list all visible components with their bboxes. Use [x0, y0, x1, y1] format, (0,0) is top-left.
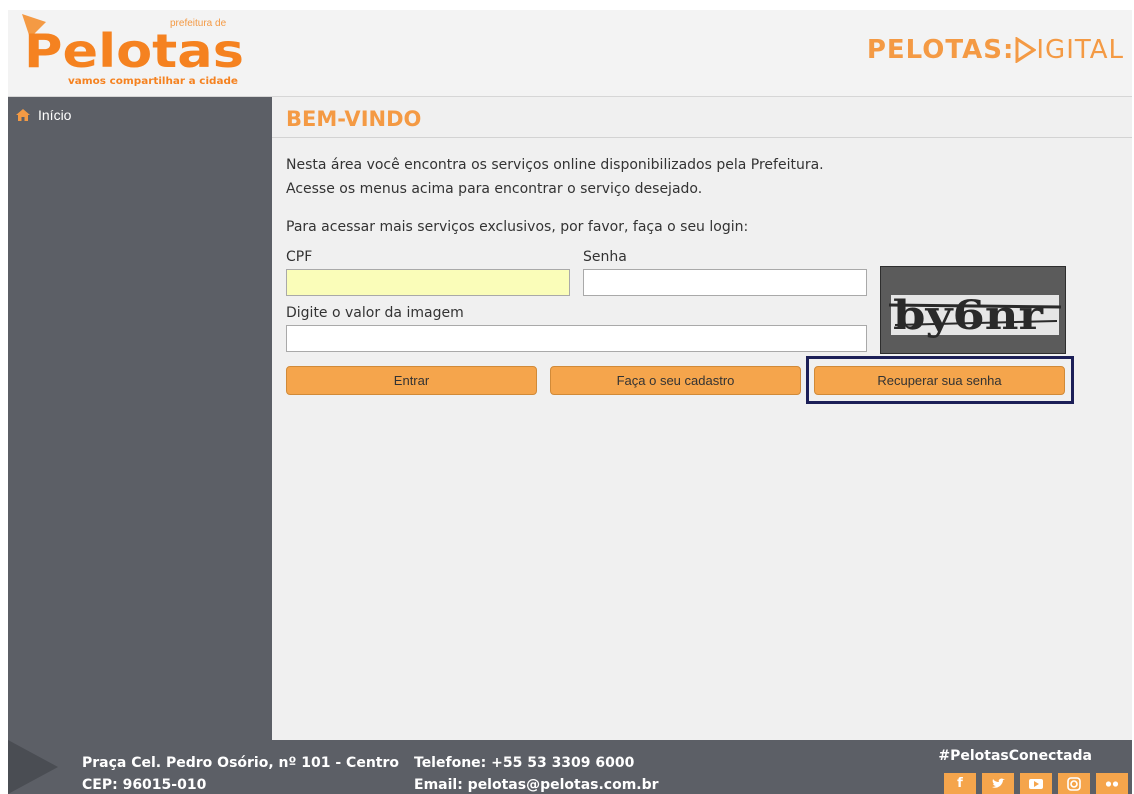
- captcha-image: by6nr: [880, 266, 1066, 354]
- footer: Praça Cel. Pedro Osório, nº 101 - Centro…: [8, 740, 1132, 794]
- pelotas-digital-suffix: IGITAL: [1036, 35, 1124, 65]
- footer-phone: Telefone: +55 53 3309 6000: [414, 755, 635, 771]
- pelotas-digital-prefix: PELOTAS:: [866, 35, 1015, 65]
- entrar-button[interactable]: Entrar: [286, 366, 537, 395]
- footer-address-line-2: CEP: 96015-010: [82, 777, 207, 793]
- captcha-label: Digite o valor da imagem: [286, 305, 464, 321]
- twitter-icon[interactable]: [982, 773, 1014, 794]
- logo-wordmark: Pelotas: [24, 24, 244, 78]
- flickr-icon[interactable]: [1096, 773, 1128, 794]
- footer-hashtag: #PelotasConectada: [938, 748, 1092, 764]
- social-links: f: [944, 773, 1128, 794]
- footer-contact: Telefone: +55 53 3309 6000 Email: pelota…: [414, 752, 659, 794]
- cadastro-button[interactable]: Faça o seu cadastro: [550, 366, 801, 395]
- facebook-icon[interactable]: f: [944, 773, 976, 794]
- senha-label: Senha: [583, 249, 627, 265]
- youtube-icon[interactable]: [1020, 773, 1052, 794]
- footer-address-line-1: Praça Cel. Pedro Osório, nº 101 - Centro: [82, 755, 400, 771]
- captcha-text: by6nr: [893, 292, 1044, 339]
- pelotas-logo-graphic: prefeitura de Pelotas vamos compartilhar…: [22, 14, 244, 87]
- captcha-input[interactable]: [286, 325, 867, 352]
- cpf-input[interactable]: [286, 269, 570, 296]
- sidebar-item-inicio[interactable]: Início: [16, 107, 71, 123]
- title-divider: [272, 137, 1132, 138]
- pelotas-logo[interactable]: prefeitura de Pelotas vamos compartilhar…: [20, 12, 250, 90]
- recuperar-senha-button[interactable]: Recuperar sua senha: [814, 366, 1065, 395]
- cpf-label: CPF: [286, 249, 313, 265]
- page-title: BEM-VINDO: [286, 107, 422, 131]
- password-input[interactable]: [583, 269, 867, 296]
- home-icon: [16, 109, 30, 121]
- intro-line-1: Nesta área você encontra os serviços onl…: [286, 157, 824, 173]
- sidebar-item-label: Início: [38, 107, 72, 123]
- sidebar: Início: [8, 97, 272, 740]
- intro-text: Nesta área você encontra os serviços onl…: [286, 153, 824, 201]
- footer-email[interactable]: Email: pelotas@pelotas.com.br: [414, 774, 659, 794]
- login-hint: Para acessar mais serviços exclusivos, p…: [286, 219, 749, 235]
- page-frame: prefeitura de Pelotas vamos compartilhar…: [8, 10, 1132, 794]
- captcha-graphic: by6nr: [881, 267, 1065, 353]
- logo-slogan: vamos compartilhar a cidade: [68, 76, 238, 87]
- main-content: BEM-VINDO Nesta área você encontra os se…: [272, 97, 1132, 740]
- footer-address: Praça Cel. Pedro Osório, nº 101 - Centro…: [82, 752, 399, 794]
- intro-line-2: Acesse os menus acima para encontrar o s…: [286, 181, 703, 197]
- instagram-icon[interactable]: [1058, 773, 1090, 794]
- header: prefeitura de Pelotas vamos compartilhar…: [8, 10, 1132, 97]
- footer-arrow-icon: [8, 740, 58, 794]
- pelotas-digital-logo[interactable]: PELOTAS: IGITAL: [867, 30, 1124, 70]
- play-d-icon: [1015, 37, 1037, 63]
